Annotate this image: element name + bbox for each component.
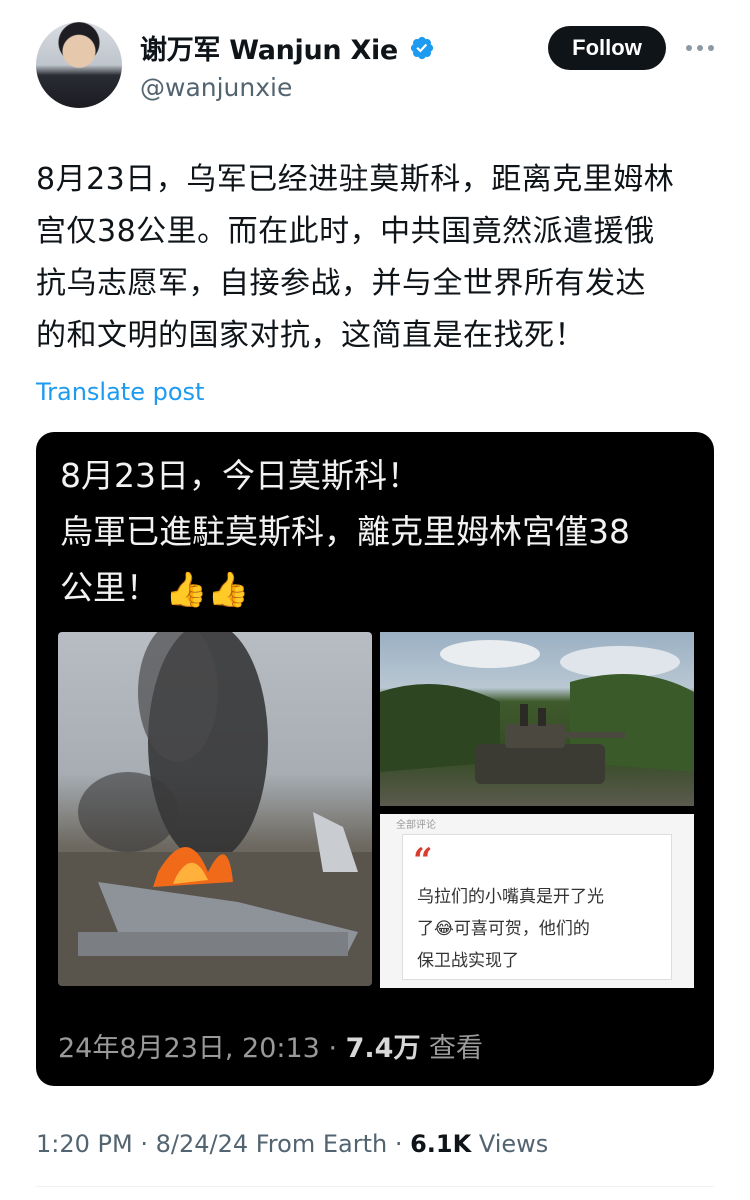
comment-box: “ 乌拉们的小嘴真是开了光 了😂可喜可贺，他们的 保卫战实现了 <box>402 834 672 980</box>
views-label: Views <box>471 1130 549 1158</box>
comment-line: 乌拉们的小嘴真是开了光 <box>417 887 604 907</box>
tank-photo-illustration <box>380 640 694 784</box>
more-dot <box>708 45 714 51</box>
tweet-text-line: 8月23日，乌军已经进驻莫斯科，距离克里姆林 <box>36 162 675 197</box>
tank-photo <box>380 632 694 806</box>
quote-mark-icon: “ <box>413 841 433 881</box>
author-names: 谢万军 Wanjun Xie @wanjunxie <box>140 28 435 102</box>
media-header-text: 8月23日，今日莫斯科！ 烏軍已進駐莫斯科，離克里姆林宮僅38 公里！ 👍👍 <box>60 448 700 618</box>
author-display-name[interactable]: 谢万军 Wanjun Xie <box>140 28 398 67</box>
tweet-text-line: 的和文明的国家对抗，这简直是在找死！ <box>36 318 585 353</box>
media-footer-suffix: 查看 <box>420 1033 484 1064</box>
author-handle[interactable]: @wanjunxie <box>140 73 435 102</box>
verified-badge-icon <box>410 36 434 59</box>
comment-line: 保卫战实现了 <box>417 951 519 971</box>
media-header-line: 8月23日，今日莫斯科！ <box>60 456 420 495</box>
media-header-line-text: 公里！ <box>60 568 159 607</box>
crash-photo <box>58 632 372 986</box>
media-footer-date: 24年8月23日, 20:13 · <box>58 1033 346 1064</box>
author-avatar[interactable] <box>36 22 122 108</box>
tweet-text-line: 宫仅38公里。而在此时，中共国竟然派遣援俄 <box>36 214 655 249</box>
tweet-media-image[interactable]: 8月23日，今日莫斯科！ 烏軍已進駐莫斯科，離克里姆林宮僅38 公里！ 👍👍 全… <box>36 432 714 1086</box>
media-header-line: 公里！ 👍👍 <box>60 560 700 618</box>
divider <box>36 1186 714 1187</box>
tweet-timestamp[interactable]: 1:20 PM · 8/24/24 From Earth · <box>36 1130 410 1158</box>
tweet-meta: 1:20 PM · 8/24/24 From Earth · 6.1K View… <box>36 1130 548 1158</box>
comment-text: 乌拉们的小嘴真是开了光 了😂可喜可贺，他们的 保卫战实现了 <box>417 881 667 977</box>
more-horizontal-icon[interactable] <box>684 32 716 64</box>
comment-line: 了😂可喜可贺，他们的 <box>417 919 590 939</box>
tweet-text-line: 抗乌志愿军，自接参战，并与全世界所有发达 <box>36 266 646 301</box>
comment-screenshot: 全部评论 “ 乌拉们的小嘴真是开了光 了😂可喜可贺，他们的 保卫战实现了 <box>380 814 694 988</box>
media-footer: 24年8月23日, 20:13 · 7.4万 查看 <box>58 1026 483 1065</box>
more-dot <box>697 45 703 51</box>
media-header-line: 烏軍已進駐莫斯科，離克里姆林宮僅38 <box>60 512 630 551</box>
thumbs-up-emoji: 👍👍 <box>165 569 250 610</box>
translate-post-link[interactable]: Translate post <box>36 378 204 406</box>
views-count: 6.1K <box>410 1130 472 1158</box>
follow-button[interactable]: Follow <box>548 26 666 70</box>
media-footer-views: 7.4万 <box>345 1033 421 1064</box>
crash-photo-illustration <box>58 632 372 986</box>
comment-header: 全部评论 <box>396 820 436 831</box>
more-dot <box>686 45 692 51</box>
tweet-header: 谢万军 Wanjun Xie @wanjunxie Follow <box>36 22 716 112</box>
tweet-text: 8月23日，乌军已经进驻莫斯科，距离克里姆林 宫仅38公里。而在此时，中共国竟然… <box>36 154 726 362</box>
